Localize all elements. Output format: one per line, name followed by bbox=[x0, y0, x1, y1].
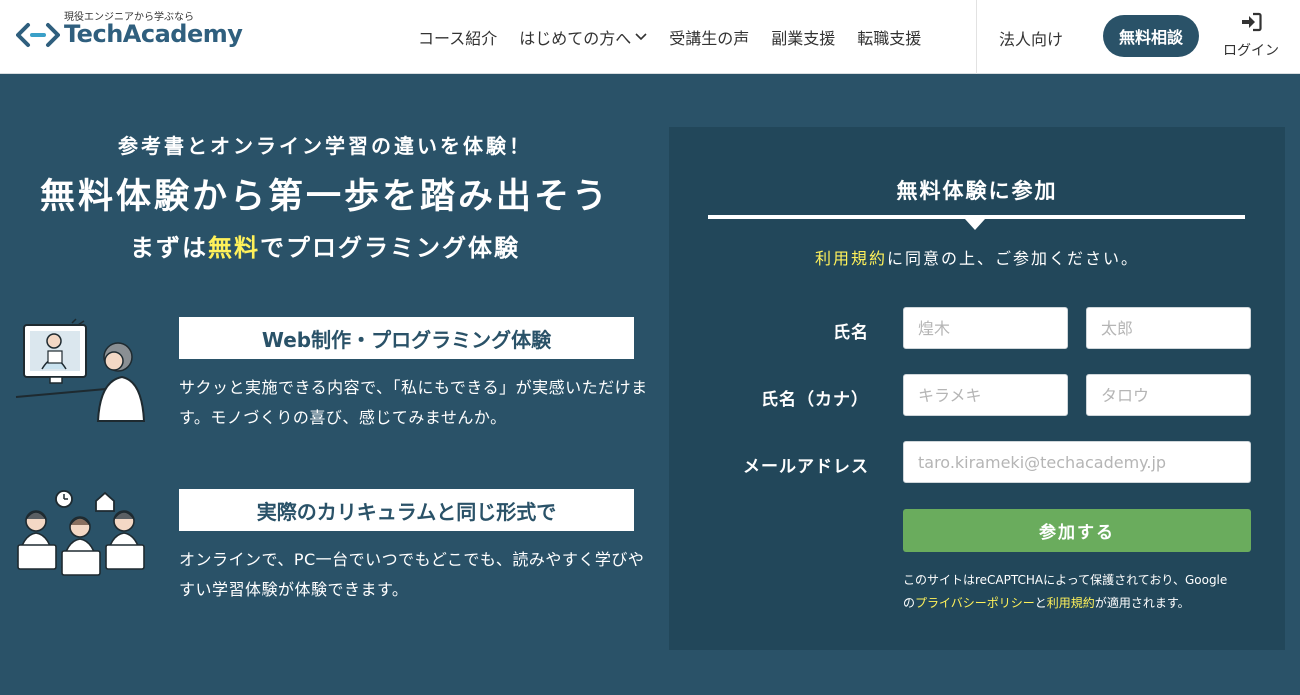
code-brackets-icon bbox=[16, 23, 60, 47]
hero-line-highlight: 無料 bbox=[208, 234, 260, 262]
login-button[interactable]: ログイン bbox=[1216, 12, 1286, 62]
feature-description: オンラインで、PC一台でいつでもどこでも、読みやすく学びやすい学習体験が体験でき… bbox=[179, 550, 645, 599]
nav-testimonials[interactable]: 受講生の声 bbox=[669, 25, 749, 49]
nav-side-job-label: 副業支援 bbox=[771, 29, 836, 48]
name-label: 氏名 bbox=[833, 323, 869, 343]
privacy-policy-link[interactable]: プライバシーポリシー bbox=[915, 596, 1035, 610]
nav-side-job[interactable]: 副業支援 bbox=[771, 25, 835, 49]
nav-courses-label: コース紹介 bbox=[418, 29, 498, 48]
recaptcha-pre: の bbox=[903, 596, 916, 610]
free-consultation-button[interactable]: 無料相談 bbox=[1103, 15, 1199, 57]
chevron-down-icon bbox=[635, 33, 647, 41]
nav-testimonials-label: 受講生の声 bbox=[669, 29, 750, 48]
nav-courses[interactable]: コース紹介 bbox=[418, 25, 497, 49]
techacademy-logo[interactable]: 現役エンジニアから学ぶなら TechAcademy bbox=[16, 8, 246, 58]
hero-tagline: まずは無料でプログラミング体験 bbox=[0, 228, 650, 263]
hero-title: 無料体験から第一歩を踏み出そう bbox=[39, 177, 610, 217]
login-icon bbox=[1242, 12, 1262, 32]
logo-text: TechAcademy bbox=[64, 20, 243, 48]
terms-notice: 利用規約に同意の上、ご参加ください。 bbox=[669, 245, 1285, 269]
main-nav: コース紹介 はじめての方へ 受講生の声 副業支援 転職支援 bbox=[418, 0, 943, 74]
recaptcha-notice: このサイトはreCAPTCHAによって保護されており、Google のプライバシ… bbox=[903, 569, 1263, 615]
login-label: ログイン bbox=[1223, 43, 1279, 59]
remote-learners-illustration bbox=[17, 490, 145, 576]
trial-signup-panel: 無料体験に参加 利用規約に同意の上、ご参加ください。 氏名 氏名（カナ） メール… bbox=[669, 127, 1285, 650]
title-divider-notch bbox=[965, 219, 985, 230]
feature-curriculum: 実際のカリキュラムと同じ形式で オンラインで、PC一台でいつでもどこでも、読みや… bbox=[14, 489, 644, 619]
hero-line-prefix: まずは bbox=[130, 234, 208, 262]
nav-divider bbox=[976, 0, 977, 74]
join-trial-button[interactable]: 参加する bbox=[903, 509, 1251, 552]
terms-link-secondary[interactable]: 利用規約 bbox=[1047, 596, 1095, 610]
recaptcha-line2: のプライバシーポリシーと利用規約が適用されます。 bbox=[903, 592, 1263, 615]
nav-beginners-label: はじめての方へ bbox=[519, 29, 632, 48]
recaptcha-post: が適用されます。 bbox=[1094, 596, 1190, 610]
video-lesson-illustration bbox=[15, 318, 146, 422]
first-name-input[interactable] bbox=[1086, 307, 1251, 349]
terms-notice-text: に同意の上、ご参加ください。 bbox=[887, 249, 1140, 268]
email-input[interactable] bbox=[903, 441, 1251, 483]
first-name-kana-input[interactable] bbox=[1086, 374, 1251, 416]
nav-career-label: 転職支援 bbox=[857, 29, 922, 48]
hero-subtitle: 参考書とオンライン学習の違いを体験！ bbox=[118, 134, 532, 158]
recaptcha-line1: このサイトはreCAPTCHAによって保護されており、Google bbox=[903, 573, 1228, 587]
corporate-link[interactable]: 法人向け bbox=[999, 26, 1063, 50]
nav-career[interactable]: 転職支援 bbox=[857, 25, 921, 49]
last-name-input[interactable] bbox=[903, 307, 1068, 349]
kana-label: 氏名（カナ） bbox=[761, 390, 869, 410]
site-header: 現役エンジニアから学ぶなら TechAcademy コース紹介 はじめての方へ … bbox=[0, 0, 1300, 74]
feature-heading: Web制作・プログラミング体験 bbox=[179, 317, 634, 359]
last-name-kana-input[interactable] bbox=[903, 374, 1068, 416]
feature-web-programming: Web制作・プログラミング体験 サクッと実施できる内容で、「私にもできる」が実感… bbox=[14, 317, 647, 447]
terms-link[interactable]: 利用規約 bbox=[815, 249, 887, 268]
nav-beginners[interactable]: はじめての方へ bbox=[519, 25, 647, 49]
hero-line-suffix: でプログラミング体験 bbox=[260, 234, 520, 262]
panel-title: 無料体験に参加 bbox=[896, 179, 1058, 203]
recaptcha-and: と bbox=[1034, 596, 1047, 610]
feature-description: サクッと実施できる内容で、「私にもできる」が実感いただけます。モノづくりの喜び、… bbox=[179, 378, 648, 427]
feature-heading: 実際のカリキュラムと同じ形式で bbox=[179, 489, 634, 531]
email-label: メールアドレス bbox=[743, 457, 869, 477]
